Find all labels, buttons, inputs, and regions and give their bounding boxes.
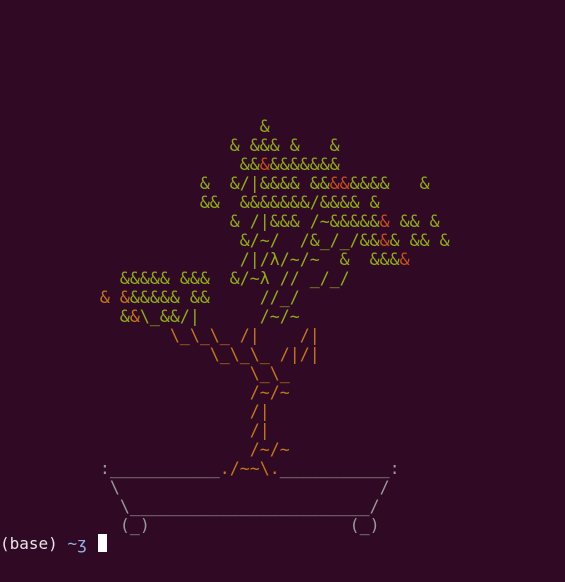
bonsai-line: /|/λ/~/~ & &&&& (0, 250, 450, 269)
shell-prompt[interactable]: (base) ~ʒ (0, 534, 108, 553)
bonsai-segment (0, 421, 250, 440)
bonsai-line: & &/|&&&& &&&&&&&& & (0, 174, 450, 193)
bonsai-line: \_\_\_ /|/| (0, 345, 450, 364)
bonsai-segment: & /|&&& /~&&&&& (229, 212, 380, 231)
bonsai-segment (0, 155, 240, 174)
bonsai-segment (0, 326, 170, 345)
bonsai-segment: & (379, 231, 390, 250)
bonsai-line: &&&&&&&&&& (0, 155, 450, 174)
bonsai-segment (0, 345, 210, 364)
bonsai-ascii-art: & & &&& & & &&&&&&&&&& & &/|&&&& &&&&&&&… (0, 117, 450, 535)
bonsai-line: :___________./~~\.___________: (0, 459, 450, 478)
bonsai-segment: (_) (_) (0, 516, 380, 535)
bonsai-line: \ / (0, 478, 450, 497)
bonsai-segment: && & (389, 212, 440, 231)
bonsai-segment: && (239, 155, 260, 174)
bonsai-line: &/~/ /&_/_/&&&& && & (0, 231, 450, 250)
bonsai-segment: \_\_\_ /|/| (209, 345, 320, 364)
bonsai-segment: && &&&&&&&/&&&& & (199, 193, 380, 212)
bonsai-segment (0, 364, 250, 383)
bonsai-line: /| (0, 402, 450, 421)
bonsai-segment: \________________________/ (0, 497, 380, 516)
prompt-trailing (87, 534, 97, 553)
bonsai-line: &&\_&&/| /~/~ (0, 307, 450, 326)
bonsai-segment: & (259, 117, 270, 136)
bonsai-segment (0, 136, 230, 155)
bonsai-segment (0, 402, 250, 421)
bonsai-segment (0, 174, 200, 193)
bonsai-segment (0, 193, 200, 212)
bonsai-segment: &&&& & (349, 174, 430, 193)
bonsai-segment (0, 288, 100, 307)
bonsai-segment: & &&& & & (229, 136, 340, 155)
bonsai-segment: & (119, 307, 130, 326)
bonsai-line: & /|&&& /~&&&&&& && & (0, 212, 450, 231)
bonsai-segment: & (399, 250, 410, 269)
bonsai-segment: \_&&/| /~/~ (139, 307, 300, 326)
bonsai-segment (0, 231, 240, 250)
bonsai-segment: ___________: (279, 459, 400, 478)
bonsai-segment: & (119, 288, 130, 307)
bonsai-line: /~/~ (0, 383, 450, 402)
bonsai-segment: /| (249, 421, 270, 440)
bonsai-segment: & (259, 155, 270, 174)
bonsai-segment (110, 288, 120, 307)
bonsai-line: /~/~ (0, 440, 450, 459)
bonsai-line: && &&&&&&&/&&&& & (0, 193, 450, 212)
text-cursor (98, 534, 108, 552)
bonsai-segment (0, 117, 260, 136)
bonsai-line: & (0, 117, 450, 136)
bonsai-segment: &&&&& && //_/ (129, 288, 300, 307)
bonsai-line: \_\_ (0, 364, 450, 383)
bonsai-segment: :___________ (0, 459, 220, 478)
bonsai-segment (0, 250, 240, 269)
bonsai-segment (0, 440, 250, 459)
bonsai-segment: ./~~\. (219, 459, 280, 478)
bonsai-segment: /|/λ/~/~ & &&& (239, 250, 400, 269)
bonsai-line: (_) (_) (0, 516, 450, 535)
bonsai-segment: & &/|&&&& && (199, 174, 330, 193)
bonsai-line: & &&& & & (0, 136, 450, 155)
bonsai-segment: /~/~ (249, 440, 290, 459)
bonsai-segment: &&&&& &&& &/~λ // _/_/ (119, 269, 350, 288)
bonsai-segment: & (379, 212, 390, 231)
bonsai-segment (0, 269, 120, 288)
bonsai-segment: &&&&&&& (269, 155, 340, 174)
terminal-window[interactable]: & & &&& & & &&&&&&&&&& & &/|&&&& &&&&&&&… (0, 0, 565, 582)
bonsai-segment: /~/~ (249, 383, 290, 402)
bonsai-segment: && (329, 174, 350, 193)
bonsai-line: /| (0, 421, 450, 440)
bonsai-line: \________________________/ (0, 497, 450, 516)
bonsai-segment: & && & (389, 231, 450, 250)
bonsai-line: &&&&& &&& &/~λ // _/_/ (0, 269, 450, 288)
bonsai-segment: \ / (0, 478, 390, 497)
bonsai-segment (0, 307, 120, 326)
bonsai-segment: \_\_\_ /| /| (169, 326, 320, 345)
bonsai-line: & &&&&&& && //_/ (0, 288, 450, 307)
bonsai-segment (0, 212, 230, 231)
bonsai-segment: /| (249, 402, 270, 421)
bonsai-segment: & (99, 288, 110, 307)
bonsai-segment: & (129, 307, 140, 326)
bonsai-segment: &/~/ /&_/_/&& (239, 231, 380, 250)
prompt-env: (base) (0, 534, 68, 553)
bonsai-segment (0, 383, 250, 402)
bonsai-segment: \_\_ (249, 364, 290, 383)
prompt-path: ~ʒ (67, 534, 87, 553)
bonsai-line: \_\_\_ /| /| (0, 326, 450, 345)
